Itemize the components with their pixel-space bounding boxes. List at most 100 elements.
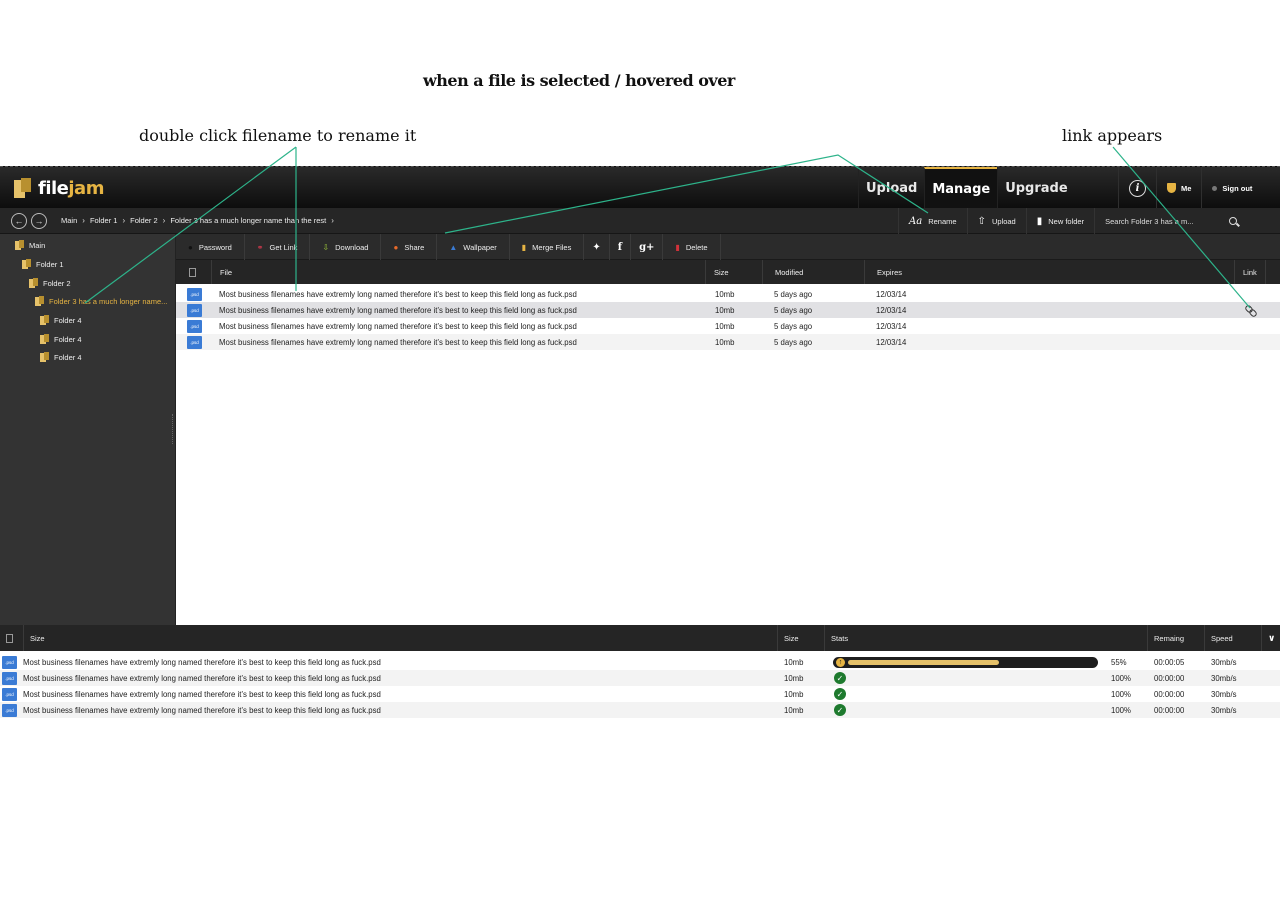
merge-icon: ▮ [521, 242, 527, 252]
queue-file-size: 10mb [784, 673, 804, 683]
tree-item-folder-4b[interactable]: Folder 4 [40, 331, 82, 347]
google-plus-button[interactable]: g+ [631, 234, 664, 260]
queue-header-size[interactable]: Size [777, 625, 824, 651]
queue-speed: 30mb/s [1211, 689, 1237, 699]
file-expires: 12/03/14 [876, 321, 907, 331]
delete-button[interactable]: ▮ Delete [663, 234, 721, 260]
queue-header-name[interactable]: Size [23, 625, 777, 651]
wallpaper-button[interactable]: ▲ Wallpaper [437, 234, 510, 260]
nav-upload[interactable]: Upload [858, 167, 924, 209]
file-modified: 5 days ago [774, 289, 813, 299]
get-link-button[interactable]: ⚭ Get Link [245, 234, 311, 260]
password-button[interactable]: ● Password [176, 234, 245, 260]
file-expires: 12/03/14 [876, 337, 907, 347]
file-icon [6, 633, 13, 643]
top-bar: filejam Upload Manage Upgrade i Me Sign … [0, 166, 1280, 209]
upload-icon: ⇧ [977, 215, 986, 227]
download-button[interactable]: ⇩ Download [310, 234, 382, 260]
check-circle-icon: ✓ [834, 688, 846, 700]
queue-row[interactable]: .psd Most business filenames have extrem… [0, 686, 1280, 702]
file-expires: 12/03/14 [876, 305, 907, 315]
sign-out-button[interactable]: Sign out [1201, 167, 1262, 209]
file-size: 10mb [715, 305, 735, 315]
tree-item-folder-4a[interactable]: Folder 4 [40, 312, 82, 328]
breadcrumb-folder-3[interactable]: Folder 3 has a much longer name than the… [170, 216, 326, 225]
queue-file-size: 10mb [784, 705, 804, 715]
queue-select-all[interactable] [0, 625, 23, 651]
share-button[interactable]: ● Share [381, 234, 438, 260]
lock-icon: ● [188, 242, 193, 252]
queue-header-stats[interactable]: Stats [824, 625, 1147, 651]
forward-button[interactable]: → [31, 213, 47, 229]
collapse-queue-button[interactable]: ∨ [1261, 625, 1280, 651]
header-expires[interactable]: Expires [864, 260, 1234, 284]
image-icon: ▲ [449, 242, 458, 252]
header-file[interactable]: File [211, 260, 705, 284]
queue-row[interactable]: .psd Most business filenames have extrem… [0, 654, 1280, 670]
breadcrumb-folder-2[interactable]: Folder 2 [130, 216, 158, 225]
info-icon: i [1129, 179, 1146, 197]
file-name[interactable]: Most business filenames have extremly lo… [219, 318, 577, 334]
queue-header-remaining[interactable]: Remaing [1147, 625, 1204, 651]
tree-item-folder-2[interactable]: Folder 2 [29, 275, 71, 291]
queue-file-size: 10mb [784, 657, 804, 667]
queue-row[interactable]: .psd Most business filenames have extrem… [0, 702, 1280, 718]
folder-tree: Main Folder 1 Folder 2 Folder 3 has a mu… [0, 234, 176, 625]
psd-file-icon: .psd [2, 687, 17, 701]
search-icon[interactable] [1229, 217, 1238, 225]
chevron-right-icon: › [162, 216, 166, 225]
file-name[interactable]: Most business filenames have extremly lo… [219, 302, 577, 318]
me-button[interactable]: Me [1156, 167, 1201, 209]
google-plus-icon: g+ [639, 241, 655, 253]
check-circle-icon: ✓ [834, 704, 846, 716]
rename-button[interactable]: Aa Rename [898, 208, 967, 234]
nav-upgrade[interactable]: Upgrade [997, 167, 1074, 209]
nav-manage[interactable]: Manage [924, 167, 998, 209]
search-input[interactable] [1105, 216, 1221, 226]
arrow-left-icon: ← [14, 215, 24, 226]
file-name[interactable]: Most business filenames have extremly lo… [219, 286, 577, 302]
queue-file-name: Most business filenames have extremly lo… [23, 689, 381, 699]
tree-item-folder-3[interactable]: Folder 3 has a much longer name... [35, 293, 167, 309]
tree-item-folder-4c[interactable]: Folder 4 [40, 349, 82, 365]
breadcrumb: Main › Folder 1 › Folder 2 › Folder 3 has a… [61, 216, 339, 225]
header-size[interactable]: Size [705, 260, 762, 284]
double-chevron-down-icon: ∨ [1268, 632, 1276, 643]
queue-header-speed[interactable]: Speed [1204, 625, 1261, 651]
file-row[interactable]: .psd Most business filenames have extrem… [176, 318, 1280, 334]
queue-speed: 30mb/s [1211, 673, 1237, 683]
rename-icon: Aa [909, 215, 923, 227]
tree-item-folder-1[interactable]: Folder 1 [22, 256, 64, 272]
twitter-button[interactable]: ✦ [584, 234, 610, 260]
logo[interactable]: filejam [14, 177, 104, 199]
new-folder-button[interactable]: ▮ New folder [1025, 208, 1094, 234]
chevron-right-icon: › [122, 216, 126, 225]
new-folder-label: New folder [1048, 216, 1085, 226]
header-link[interactable]: Link [1234, 260, 1266, 284]
facebook-button[interactable]: f [610, 234, 632, 260]
psd-file-icon: .psd [187, 319, 202, 333]
upload-button[interactable]: ⇧ Upload [966, 208, 1026, 234]
psd-file-icon: .psd [2, 655, 17, 669]
merge-files-button[interactable]: ▮ Merge Files [510, 234, 585, 260]
file-row[interactable]: .psd Most business filenames have extrem… [176, 334, 1280, 350]
info-button[interactable]: i [1118, 167, 1156, 209]
file-row-hovered[interactable]: .psd Most business filenames have extrem… [176, 302, 1280, 318]
link-chain-icon[interactable] [1245, 305, 1256, 316]
queue-file-name: Most business filenames have extremly lo… [23, 705, 381, 715]
tree-item-main[interactable]: Main [15, 237, 45, 253]
file-list: File Size Modified Expires Link .psd Mos… [176, 260, 1280, 625]
breadcrumb-main[interactable]: Main [61, 216, 77, 225]
sidebar-resize-handle[interactable] [172, 414, 174, 444]
folder-icon [40, 334, 49, 344]
header-modified[interactable]: Modified [762, 260, 864, 284]
me-label: Me [1181, 183, 1192, 193]
file-name[interactable]: Most business filenames have extremly lo… [219, 334, 577, 350]
queue-row[interactable]: .psd Most business filenames have extrem… [0, 670, 1280, 686]
file-row[interactable]: .psd Most business filenames have extrem… [176, 286, 1280, 302]
file-list-header: File Size Modified Expires Link [176, 260, 1280, 284]
folder-icon [40, 315, 49, 325]
back-button[interactable]: ← [11, 213, 27, 229]
breadcrumb-folder-1[interactable]: Folder 1 [90, 216, 118, 225]
select-all-checkbox[interactable] [176, 260, 211, 284]
